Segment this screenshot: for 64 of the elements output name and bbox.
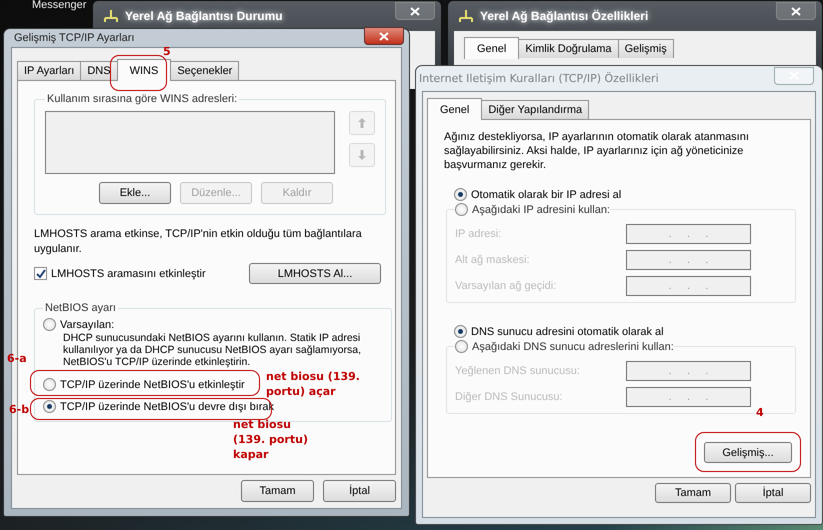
down-arrow-icon — [357, 149, 367, 161]
tab[interactable]: Genel — [427, 98, 482, 120]
advanced-button[interactable]: Gelişmiş... — [704, 442, 792, 463]
option-label[interactable]: TCP/IP üzerinde NetBIOS'u etkinleştir — [60, 378, 245, 390]
window-title: Gelişmiş TCP/IP Ayarları — [13, 32, 134, 44]
ok-button[interactable]: Tamam — [655, 483, 731, 503]
cancel-button[interactable]: İptal — [735, 483, 811, 503]
window-title: Internet Iletişim Kuralları (TCP/IP) Özellikleri — [419, 72, 659, 85]
desktop-icon-label[interactable]: Messenger — [32, 0, 86, 11]
tab[interactable]: Kimlik Doğrulama — [518, 39, 619, 58]
annotation-label: 6-a — [7, 351, 27, 366]
close-button[interactable] — [395, 2, 435, 20]
annotation-label: net biosu (139. portu) açar — [266, 369, 361, 399]
lmhosts-import-button[interactable]: LMHOSTS Al... — [249, 263, 381, 284]
close-button[interactable] — [776, 2, 816, 20]
annotation-label: 5 — [163, 44, 171, 59]
window-title: Yerel Ağ Bağlantısı Durumu — [125, 9, 284, 23]
tab[interactable]: WINS — [116, 59, 172, 81]
cancel-button[interactable]: İptal — [323, 480, 396, 502]
field-label: Varsayılan ağ geçidi: — [455, 280, 556, 292]
option-description: DHCP sunucusundaki NetBIOS ayarını kullanın. Statik IP adresi kullanılıyor ya da DHCP sunucusu NetBIOS ayarı sağlamıyorsa, NetBIOS'u TCP/IP üzerinde etkinleştirin. — [62, 332, 362, 368]
tab[interactable]: Seçenekler — [170, 61, 240, 80]
info-text: LMHOSTS arama etkinse, TCP/IP'nin etkin olduğu tüm bağlantılara uygulanır. — [34, 227, 363, 257]
radio-button[interactable] — [454, 188, 467, 201]
tab[interactable]: Diğer Yapılandırma — [481, 100, 590, 119]
annotation-label: 4 — [756, 405, 764, 420]
tab[interactable]: DNS — [80, 61, 118, 80]
tab[interactable]: Genel — [464, 37, 520, 59]
close-icon — [379, 32, 389, 40]
option-label[interactable]: DNS sunucu adresini otomatik olarak al — [471, 326, 664, 338]
radio-button[interactable] — [43, 378, 56, 391]
highlight-outline — [110, 55, 167, 91]
field-label: IP adresi: — [455, 228, 502, 240]
radio-button[interactable] — [455, 340, 468, 353]
group-label: Kullanım sırasına göre WINS adresleri: — [46, 93, 238, 105]
close-button[interactable] — [364, 27, 404, 45]
radio-button[interactable] — [454, 325, 467, 338]
close-icon — [791, 6, 801, 16]
radio-button[interactable] — [455, 203, 468, 216]
close-icon — [410, 6, 420, 16]
radio-button[interactable] — [43, 318, 56, 331]
network-icon — [103, 9, 119, 23]
field-label: Alt ağ maskesi: — [455, 254, 530, 266]
field-label: Yeğlenen DNS sunucusu: — [455, 365, 580, 377]
dialog-button[interactable]: Ekle... — [99, 182, 171, 204]
option-label[interactable]: Aşağıdaki IP adresini kullan: — [472, 204, 610, 216]
tab[interactable]: IP Ayarları — [17, 61, 82, 80]
radio-button[interactable] — [43, 400, 56, 413]
checkbox[interactable] — [34, 267, 47, 280]
option-label[interactable]: Aşağıdaki DNS sunucu adreslerini kullan: — [472, 340, 674, 352]
window-title: Yerel Ağ Bağlantısı Özellikleri — [480, 9, 650, 23]
checkbox-label[interactable]: LMHOSTS aramasını etkinleştir — [51, 268, 206, 280]
tab[interactable]: Gelişmiş — [618, 39, 674, 58]
wins-address-list[interactable] — [45, 111, 335, 174]
info-text: Ağınız destekliyorsa, IP ayarlarının otomatik olarak atanmasını sağlayabilirsiniz. Aksi halde, IP ayarlarınız için ağ yöneticinize başvurmanız gerekir. — [444, 130, 750, 172]
group-label: NetBIOS ayarı — [44, 302, 117, 314]
option-label[interactable]: Varsayılan: — [60, 318, 114, 330]
network-icon — [458, 9, 474, 23]
annotation-label: 6-b — [9, 402, 30, 417]
annotation-label: net biosu (139. portu) kapar — [233, 417, 309, 462]
field-label: Diğer DNS Sunucusu: — [455, 391, 563, 403]
up-arrow-icon — [357, 117, 367, 129]
ok-button[interactable]: Tamam — [241, 480, 314, 502]
option-label[interactable]: Otomatik olarak bir IP adresi al — [471, 188, 622, 200]
